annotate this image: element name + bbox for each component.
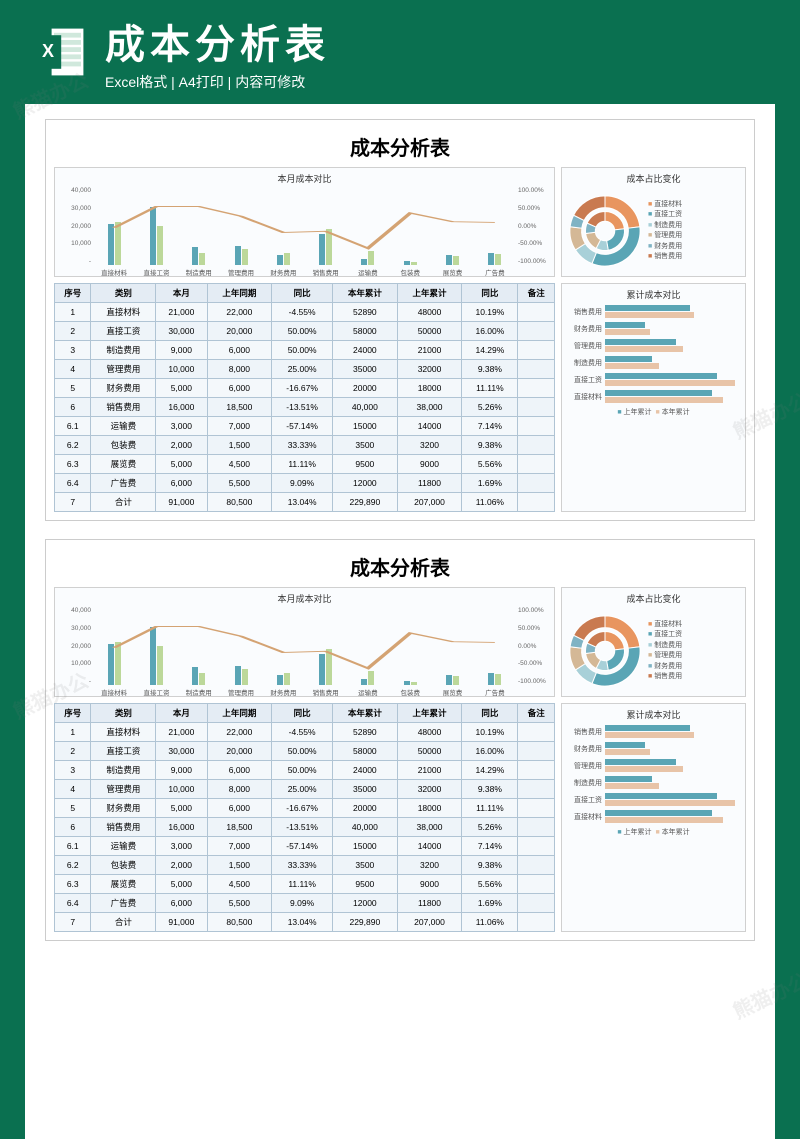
page-subtitle: Excel格式 | A4打印 | 内容可修改	[105, 72, 330, 92]
table-header: 上年同期	[207, 704, 272, 723]
sheet-title: 成本分析表	[54, 128, 746, 167]
svg-text:X: X	[42, 41, 54, 61]
hbar-row: 直接材料	[568, 390, 739, 404]
table-header: 同比	[462, 284, 518, 303]
table-row: 6.3展览费5,0004,50011.11%950090005.56%	[55, 455, 555, 474]
monthly-combo-chart: 本月成本对比 40,00030,00020,00010,000- 100.00%…	[54, 587, 555, 697]
hbar-row: 财务费用	[568, 742, 739, 756]
table-header: 类别	[91, 284, 156, 303]
page-header: X 成本分析表 Excel格式 | A4打印 | 内容可修改	[0, 0, 800, 104]
table-row: 6.4广告费6,0005,5009.09%12000118001.69%	[55, 474, 555, 493]
table-row: 7合计91,00080,50013.04%229,890207,00011.06…	[55, 493, 555, 512]
table-header: 本年累计	[333, 704, 398, 723]
table-header: 上年同期	[207, 284, 272, 303]
table-header: 序号	[55, 704, 91, 723]
table-header: 类别	[91, 704, 156, 723]
spreadsheet-page-1: 成本分析表 本月成本对比 40,00030,00020,00010,000- 1…	[45, 119, 755, 521]
spreadsheet-page-2: 成本分析表 本月成本对比 40,00030,00020,00010,000- 1…	[45, 539, 755, 941]
table-row: 6.1运输费3,0007,000-57.14%15000140007.14%	[55, 417, 555, 436]
cumulative-hbar-chart: 累计成本对比 销售费用财务费用管理费用制造费用直接工资直接材料 上年累计 本年累…	[561, 283, 746, 512]
hbar-row: 制造费用	[568, 356, 739, 370]
cost-ratio-donut-chart: 成本占比变化 直接材料直接工资制造费用管理费用财务费用销售费用	[561, 167, 746, 277]
monthly-combo-chart: 本月成本对比 40,00030,00020,00010,000- 100.00%…	[54, 167, 555, 277]
table-header: 同比	[272, 284, 333, 303]
table-header: 序号	[55, 284, 91, 303]
hbar-row: 管理费用	[568, 339, 739, 353]
table-row: 5财务费用5,0006,000-16.67%200001800011.11%	[55, 799, 555, 818]
table-row: 5财务费用5,0006,000-16.67%200001800011.11%	[55, 379, 555, 398]
table-header: 本年累计	[333, 284, 398, 303]
table-row: 6.1运输费3,0007,000-57.14%15000140007.14%	[55, 837, 555, 856]
table-header: 本月	[156, 284, 207, 303]
hbar-row: 直接工资	[568, 793, 739, 807]
excel-icon: X	[30, 22, 90, 82]
page-title: 成本分析表	[105, 12, 330, 70]
table-header: 同比	[462, 704, 518, 723]
table-row: 3制造费用9,0006,00050.00%240002100014.29%	[55, 341, 555, 360]
table-row: 1直接材料21,00022,000-4.55%528904800010.19%	[55, 723, 555, 742]
table-row: 6.2包装费2,0001,50033.33%350032009.38%	[55, 856, 555, 875]
hbar-row: 直接工资	[568, 373, 739, 387]
table-row: 2直接工资30,00020,00050.00%580005000016.00%	[55, 322, 555, 341]
table-row: 1直接材料21,00022,000-4.55%528904800010.19%	[55, 303, 555, 322]
table-row: 4管理费用10,0008,00025.00%35000320009.38%	[55, 360, 555, 379]
table-row: 2直接工资30,00020,00050.00%580005000016.00%	[55, 742, 555, 761]
sheet-title: 成本分析表	[54, 548, 746, 587]
cost-ratio-donut-chart: 成本占比变化 直接材料直接工资制造费用管理费用财务费用销售费用	[561, 587, 746, 697]
table-row: 6销售费用16,00018,500-13.51%40,00038,0005.26…	[55, 398, 555, 417]
table-header: 上年累计	[397, 704, 462, 723]
hbar-row: 制造费用	[568, 776, 739, 790]
table-row: 6.2包装费2,0001,50033.33%350032009.38%	[55, 436, 555, 455]
hbar-row: 销售费用	[568, 305, 739, 319]
table-row: 4管理费用10,0008,00025.00%35000320009.38%	[55, 780, 555, 799]
hbar-row: 管理费用	[568, 759, 739, 773]
table-header: 本月	[156, 704, 207, 723]
hbar-row: 财务费用	[568, 322, 739, 336]
hbar-row: 销售费用	[568, 725, 739, 739]
hbar-row: 直接材料	[568, 810, 739, 824]
document-pages: 成本分析表 本月成本对比 40,00030,00020,00010,000- 1…	[25, 104, 775, 1139]
table-row: 6.4广告费6,0005,5009.09%12000118001.69%	[55, 894, 555, 913]
table-row: 3制造费用9,0006,00050.00%240002100014.29%	[55, 761, 555, 780]
table-header: 备注	[518, 284, 555, 303]
table-header: 备注	[518, 704, 555, 723]
table-header: 同比	[272, 704, 333, 723]
cost-data-table: 序号类别本月上年同期同比本年累计上年累计同比备注1直接材料21,00022,00…	[54, 703, 555, 932]
table-header: 上年累计	[397, 284, 462, 303]
table-row: 6.3展览费5,0004,50011.11%950090005.56%	[55, 875, 555, 894]
cost-data-table: 序号类别本月上年同期同比本年累计上年累计同比备注1直接材料21,00022,00…	[54, 283, 555, 512]
cumulative-hbar-chart: 累计成本对比 销售费用财务费用管理费用制造费用直接工资直接材料 上年累计 本年累…	[561, 703, 746, 932]
table-row: 6销售费用16,00018,500-13.51%40,00038,0005.26…	[55, 818, 555, 837]
table-row: 7合计91,00080,50013.04%229,890207,00011.06…	[55, 913, 555, 932]
